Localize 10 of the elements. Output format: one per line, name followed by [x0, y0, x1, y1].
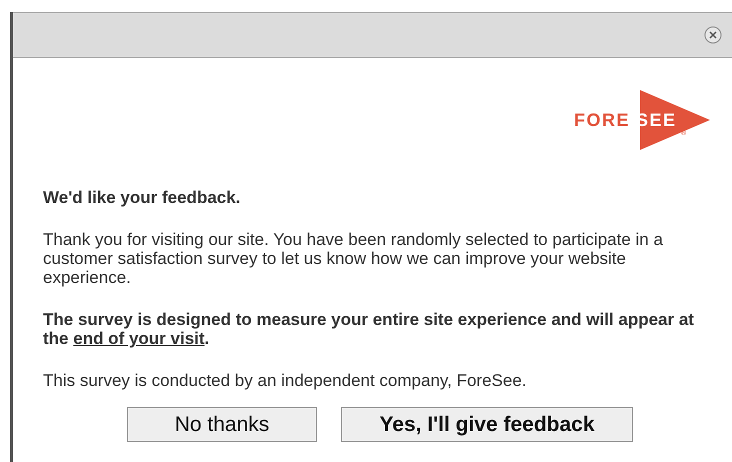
- heading: We'd like your feedback.: [43, 188, 242, 207]
- close-icon[interactable]: [704, 26, 722, 44]
- disclaimer-text: This survey is conducted by an independent company, ForeSee.: [43, 371, 528, 390]
- end-of-visit-link[interactable]: end of your visit: [73, 329, 205, 348]
- triangle-icon: [640, 90, 710, 150]
- intro-paragraph: Thank you for visiting our site. You have been randomly selected to participate in a customer satisfaction survey to let us know how we can improve your website experience.: [43, 230, 664, 287]
- accept-button[interactable]: Yes, I'll give feedback: [341, 407, 633, 442]
- decline-button[interactable]: No thanks: [127, 407, 317, 442]
- logo-text: FORE: [574, 110, 630, 130]
- notice-paragraph: The survey is designed to measure your entire site experience and will appear at the end of your visit.: [43, 310, 695, 348]
